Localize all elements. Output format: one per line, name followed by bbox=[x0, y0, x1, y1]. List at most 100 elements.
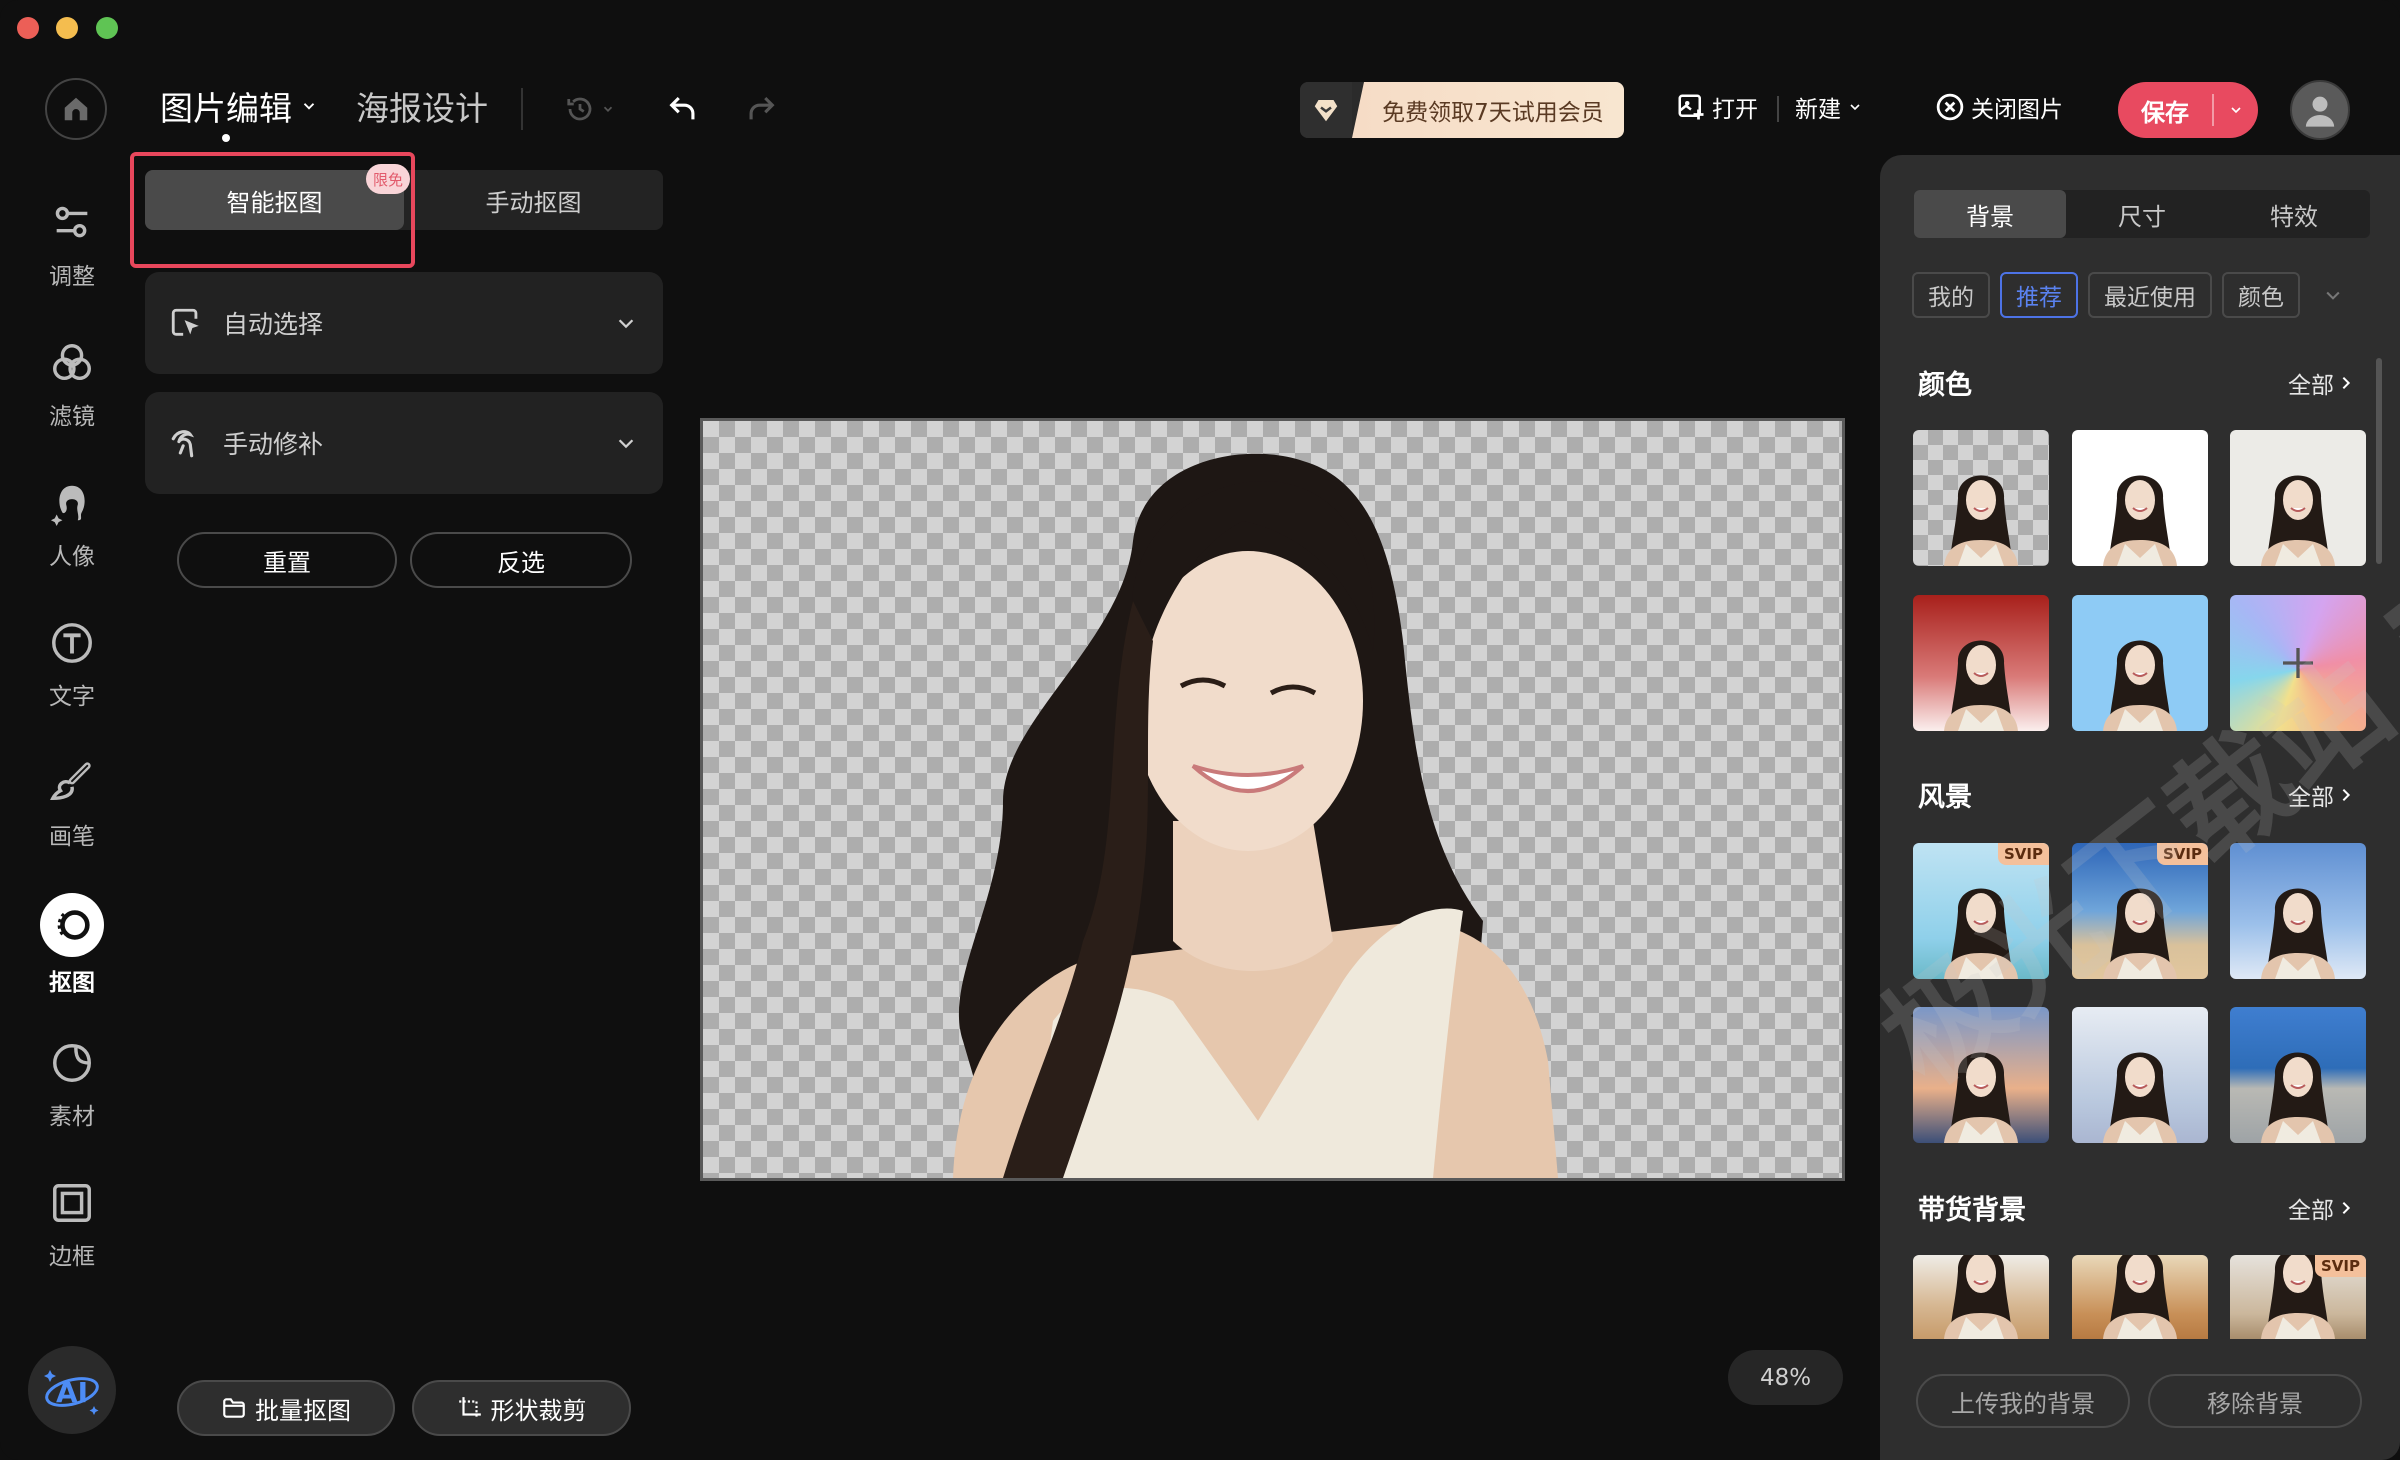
reset-button[interactable]: 重置 bbox=[177, 532, 397, 588]
close-image-label: 关闭图片 bbox=[1971, 97, 2063, 123]
see-all-label: 全部 bbox=[2288, 1198, 2334, 1224]
rail-item-label: 滤镜 bbox=[49, 404, 95, 430]
right-panel-tabs: 背景 尺寸 特效 bbox=[1914, 190, 2370, 238]
chevron-down-icon bbox=[2231, 107, 2241, 114]
chevron-right-icon bbox=[2342, 376, 2351, 390]
open-image-icon bbox=[1678, 94, 1704, 120]
portrait-thumbnail bbox=[2103, 1052, 2177, 1143]
manual-brush-icon bbox=[171, 430, 195, 458]
tab-image-edit-label: 图片编辑 bbox=[160, 89, 292, 128]
rail-item-label: 素材 bbox=[49, 1104, 95, 1130]
redo-button[interactable] bbox=[740, 86, 782, 130]
close-circle-icon bbox=[1936, 93, 1964, 121]
tab-poster-design[interactable]: 海报设计 bbox=[356, 82, 488, 130]
rail-item-text[interactable]: 文字 bbox=[20, 615, 124, 711]
portrait-thumbnail bbox=[2103, 640, 2177, 731]
svg-text:AI: AI bbox=[56, 1376, 88, 1409]
vip-trial-promo[interactable]: 免费领取7天试用会员 bbox=[1300, 82, 1624, 138]
portrait-thumbnail bbox=[2103, 1255, 2177, 1339]
portrait-thumbnail bbox=[1944, 475, 2018, 566]
new-button[interactable]: 新建 bbox=[1795, 90, 1863, 124]
rail-item-frame[interactable]: 边框 bbox=[20, 1175, 124, 1271]
thumb-product-living-room[interactable] bbox=[1913, 1255, 2049, 1339]
thumb-red-gradient[interactable] bbox=[1913, 595, 2049, 731]
tab-effects[interactable]: 特效 bbox=[2218, 190, 2370, 238]
svip-badge: SVIP bbox=[2315, 1255, 2366, 1277]
rail-item-label: 调整 bbox=[49, 264, 95, 290]
section-title-color: 颜色 bbox=[1918, 370, 1972, 401]
see-all-product[interactable]: 全部 bbox=[2288, 1191, 2354, 1225]
rail-item-cutout[interactable]: 抠图 bbox=[20, 893, 124, 997]
tab-background[interactable]: 背景 bbox=[1914, 190, 2066, 238]
invert-selection-button[interactable]: 反选 bbox=[410, 532, 632, 588]
history-button[interactable] bbox=[560, 88, 620, 130]
save-options-button[interactable] bbox=[2214, 102, 2258, 118]
thumb-scenery-sunset[interactable] bbox=[1913, 1007, 2049, 1143]
close-image-button[interactable]: 关闭图片 bbox=[1935, 90, 2063, 124]
thumb-scenery-beach[interactable]: SVIP bbox=[2072, 843, 2208, 979]
frame-icon bbox=[44, 1175, 100, 1231]
shape-crop-button[interactable]: 形状裁剪 bbox=[412, 1380, 631, 1436]
rail-item-filter[interactable]: 滤镜 bbox=[20, 335, 124, 431]
tab-size[interactable]: 尺寸 bbox=[2066, 190, 2218, 238]
thumb-scenery-sky[interactable] bbox=[2072, 1007, 2208, 1143]
user-avatar[interactable] bbox=[2290, 80, 2350, 140]
thumb-product-interior[interactable]: SVIP bbox=[2230, 1255, 2366, 1339]
ai-button[interactable]: AI bbox=[28, 1346, 116, 1434]
see-all-scenery[interactable]: 全部 bbox=[2288, 778, 2354, 812]
tab-manual-cutout[interactable]: 手动抠图 bbox=[404, 170, 663, 230]
chip-recent[interactable]: 最近使用 bbox=[2088, 272, 2212, 318]
chip-recommended[interactable]: 推荐 bbox=[2000, 272, 2078, 318]
rail-item-sliders[interactable]: 调整 bbox=[20, 195, 124, 291]
chevron-down-icon bbox=[618, 439, 634, 449]
rail-item-label: 文字 bbox=[49, 684, 95, 710]
rail-item-sticker[interactable]: 素材 bbox=[20, 1035, 124, 1131]
promo-text: 免费领取7天试用会员 bbox=[1352, 82, 1624, 138]
see-all-color[interactable]: 全部 bbox=[2288, 366, 2354, 400]
chip-mine[interactable]: 我的 bbox=[1912, 272, 1990, 318]
folder-icon bbox=[223, 1398, 245, 1418]
sliders-icon bbox=[44, 195, 100, 251]
portrait-thumbnail bbox=[2103, 475, 2177, 566]
window-zoom-button[interactable] bbox=[96, 17, 118, 39]
portrait-thumbnail bbox=[2103, 888, 2177, 979]
auto-select-section[interactable]: 自动选择 bbox=[145, 272, 663, 374]
section-title-product: 带货背景 bbox=[1918, 1195, 2026, 1226]
rail-item-portrait[interactable]: 人像 bbox=[20, 475, 124, 571]
undo-icon bbox=[669, 96, 695, 120]
tab-image-edit[interactable]: 图片编辑 bbox=[160, 82, 318, 130]
thumb-white[interactable] bbox=[2072, 430, 2208, 566]
batch-cutout-button[interactable]: 批量抠图 bbox=[177, 1380, 395, 1436]
thumb-scenery-road[interactable] bbox=[2230, 1007, 2366, 1143]
manual-fix-label: 手动修补 bbox=[223, 430, 324, 459]
window-minimize-button[interactable] bbox=[56, 17, 78, 39]
portrait-thumbnail bbox=[1944, 640, 2018, 731]
more-categories-button[interactable] bbox=[2310, 285, 2356, 305]
thumb-scenery-pole[interactable]: SVIP bbox=[1913, 843, 2049, 979]
open-button[interactable]: 打开 bbox=[1676, 90, 1758, 124]
nav-divider bbox=[521, 88, 523, 130]
image-canvas[interactable] bbox=[700, 418, 1845, 1181]
chip-color[interactable]: 颜色 bbox=[2222, 272, 2300, 318]
redo-icon bbox=[749, 96, 775, 120]
chevron-down-icon bbox=[603, 106, 613, 112]
save-button[interactable]: 保存 bbox=[2118, 93, 2212, 128]
thumb-product-kitchen[interactable] bbox=[2072, 1255, 2208, 1339]
portrait-icon bbox=[44, 475, 100, 531]
rail-item-brush[interactable]: 画笔 bbox=[20, 755, 124, 851]
undo-button[interactable] bbox=[662, 86, 704, 130]
zoom-level-indicator[interactable]: 48% bbox=[1728, 1350, 1843, 1405]
remove-background-button[interactable]: 移除背景 bbox=[2148, 1374, 2362, 1428]
tab-smart-cutout[interactable]: 智能抠图 限免 bbox=[145, 164, 410, 230]
auto-select-icon bbox=[171, 308, 199, 336]
thumb-transparent[interactable] bbox=[1913, 430, 2049, 566]
thumb-light-blue[interactable] bbox=[2072, 595, 2208, 731]
upload-background-button[interactable]: 上传我的背景 bbox=[1916, 1374, 2130, 1428]
manual-fix-section[interactable]: 手动修补 bbox=[145, 392, 663, 494]
panel-scrollbar[interactable] bbox=[2376, 358, 2382, 564]
home-button[interactable] bbox=[45, 78, 107, 140]
window-close-button[interactable] bbox=[17, 17, 39, 39]
thumb-custom-color[interactable] bbox=[2230, 595, 2366, 731]
thumb-scenery-clouds[interactable] bbox=[2230, 843, 2366, 979]
thumb-offwhite[interactable] bbox=[2230, 430, 2366, 566]
